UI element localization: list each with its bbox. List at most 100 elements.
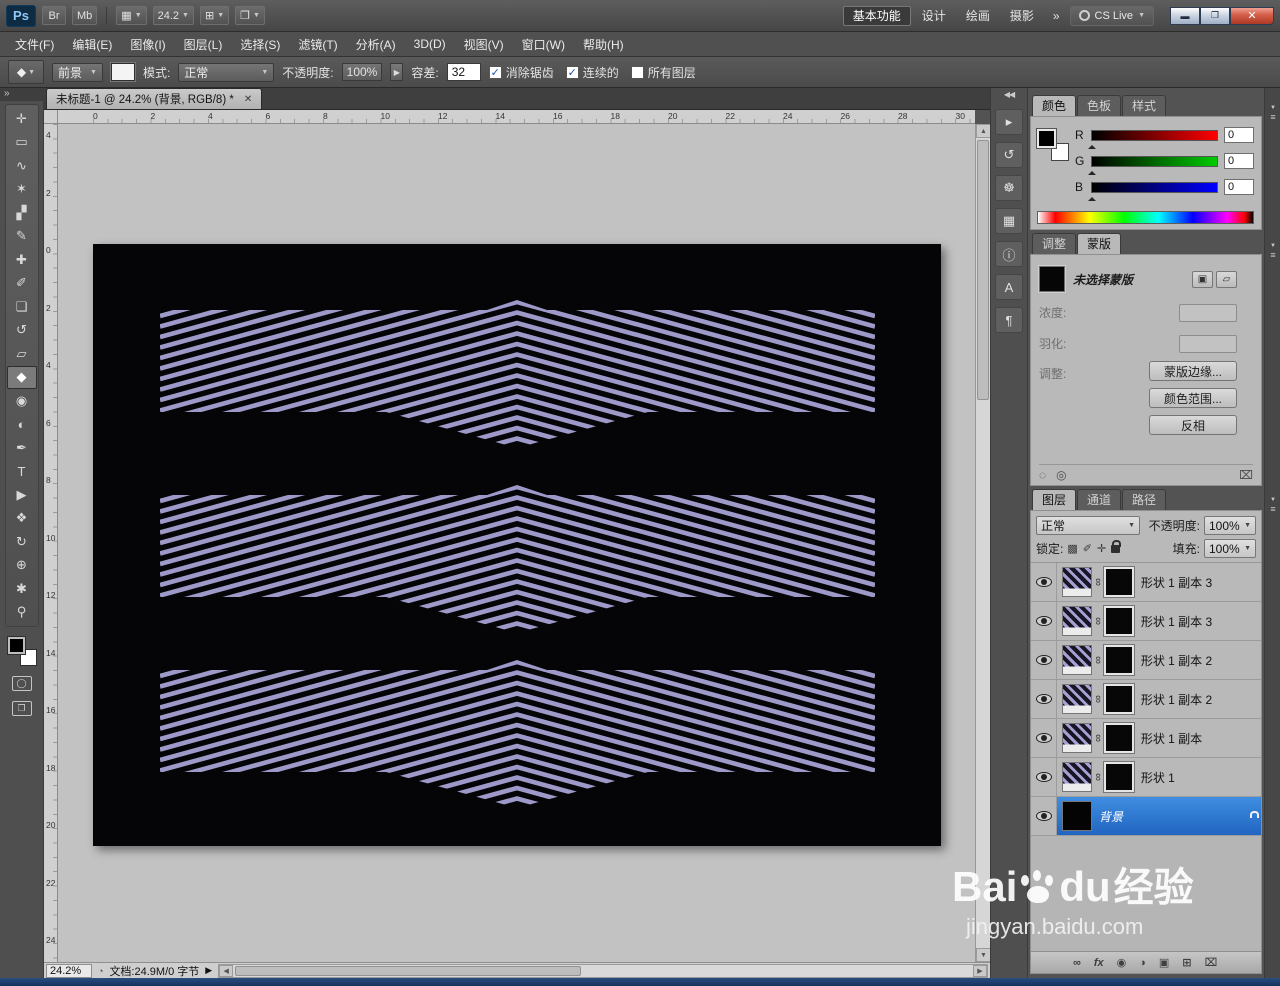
panel-tab[interactable]: 调整 xyxy=(1032,233,1077,254)
blur-tool[interactable]: ◉ xyxy=(7,389,37,413)
layer-thumbnail[interactable] xyxy=(1062,645,1092,675)
delete-layer-icon[interactable]: ⌧ xyxy=(1205,956,1218,969)
layer-thumbnail[interactable] xyxy=(1062,801,1092,831)
vertical-scrollbar[interactable]: ▲ ▼ xyxy=(975,124,991,962)
layer-mask-thumbnail[interactable] xyxy=(1102,566,1135,598)
layer-thumbnail[interactable] xyxy=(1062,606,1092,636)
paint-bucket-tool[interactable]: ◆ xyxy=(6,365,37,389)
layer-opacity-input[interactable]: 100% ▼ xyxy=(1204,516,1256,535)
bridge-button[interactable]: Br xyxy=(42,6,66,25)
dodge-tool[interactable]: ◐ xyxy=(7,413,37,437)
path-selection-tool[interactable]: ▶ xyxy=(7,483,37,507)
workspace-painting[interactable]: 绘画 xyxy=(957,6,999,26)
channel-value-input[interactable]: 0 xyxy=(1224,153,1254,169)
mask-link-icon[interactable]: ∞ xyxy=(1092,695,1104,703)
foreground-color-swatch[interactable] xyxy=(6,636,26,655)
panel-tab[interactable]: 色板 xyxy=(1077,95,1122,116)
options-checkbox[interactable]: 连续的 xyxy=(565,64,619,81)
close-button[interactable]: ✕ xyxy=(1230,6,1274,25)
clone-stamp-tool[interactable]: ❏ xyxy=(7,295,37,319)
character-panel-icon[interactable]: A xyxy=(995,274,1023,300)
layer-name[interactable]: 形状 1 副本 xyxy=(1141,730,1202,747)
screen-mode-toggle[interactable]: ❐ xyxy=(11,701,32,716)
mask-link-icon[interactable]: ∞ xyxy=(1092,578,1104,586)
masks-panel-menu-icon[interactable]: ▼ ≡ xyxy=(1265,242,1280,260)
options-checkbox[interactable]: 所有图层 xyxy=(630,64,696,81)
pen-tool[interactable]: ✒ xyxy=(7,436,37,460)
menu-item[interactable]: 文件(F) xyxy=(6,33,63,56)
color-panel-menu-icon[interactable]: ▼ ≡ xyxy=(1265,104,1280,122)
scroll-right-icon[interactable]: ▶ xyxy=(973,964,987,977)
delete-mask-icon[interactable]: ⌧ xyxy=(1239,468,1253,482)
panel-tab[interactable]: 样式 xyxy=(1122,95,1167,116)
mask-link-icon[interactable]: ∞ xyxy=(1092,617,1104,625)
mask-link-icon[interactable]: ∞ xyxy=(1092,773,1104,781)
menu-item[interactable]: 图像(I) xyxy=(121,33,174,56)
quick-selection-tool[interactable]: ✶ xyxy=(7,178,37,202)
status-popup-icon[interactable]: ▶ xyxy=(205,965,212,976)
horizontal-ruler[interactable]: 0 2 4 6 8 10 12 14 16 18 20 22 24 26 28 30 xyxy=(58,110,975,124)
lock-pixels-icon[interactable]: ✐ xyxy=(1083,542,1092,555)
info-panel-icon[interactable]: ⓘ xyxy=(995,241,1023,267)
layer-mask-thumbnail[interactable] xyxy=(1102,761,1135,793)
visibility-toggle[interactable] xyxy=(1031,602,1057,640)
apply-mask-icon[interactable]: ◎ xyxy=(1056,468,1066,482)
screen-mode-button[interactable]: ❐ ▼ xyxy=(235,6,265,25)
hand-tool[interactable]: ✱ xyxy=(7,577,37,601)
lasso-tool[interactable]: ∿ xyxy=(7,154,37,178)
workspace-photography[interactable]: 摄影 xyxy=(1001,6,1043,26)
blend-mode-select[interactable]: 正常 ▼ xyxy=(1036,516,1140,535)
layer-name[interactable]: 形状 1 副本 2 xyxy=(1141,691,1212,708)
menu-item[interactable]: 3D(D) xyxy=(405,34,455,54)
layer-row[interactable]: ∞ 形状 1 副本 2 xyxy=(1031,641,1261,680)
histogram-panel-icon[interactable]: ▦ xyxy=(995,208,1023,234)
density-input[interactable] xyxy=(1179,303,1237,322)
document-tab[interactable]: 未标题-1 @ 24.2% (背景, RGB/8) * ✕ xyxy=(46,88,263,109)
layer-group-icon[interactable]: ▣ xyxy=(1159,956,1169,969)
lock-all-icon[interactable] xyxy=(1111,539,1122,553)
layer-name[interactable]: 形状 1 xyxy=(1141,769,1175,786)
scroll-left-icon[interactable]: ◀ xyxy=(219,964,234,977)
horizontal-scrollbar[interactable]: ◀ ▶ xyxy=(218,963,988,978)
eraser-tool[interactable]: ▱ xyxy=(7,342,37,366)
visibility-toggle[interactable] xyxy=(1031,719,1057,757)
layer-row[interactable]: ∞ 形状 1 副本 3 xyxy=(1031,602,1261,641)
visibility-toggle[interactable] xyxy=(1031,641,1057,679)
lock-transparency-icon[interactable]: ▩ xyxy=(1067,542,1077,555)
layer-name[interactable]: 形状 1 副本 3 xyxy=(1141,613,1212,630)
channel-slider[interactable] xyxy=(1088,155,1218,175)
checkbox-icon[interactable] xyxy=(630,65,644,79)
panel-tab[interactable]: 蒙版 xyxy=(1077,233,1122,254)
navigator-panel-icon[interactable]: ☸ xyxy=(995,175,1023,201)
visibility-toggle[interactable] xyxy=(1031,797,1057,835)
layer-thumbnail[interactable] xyxy=(1062,684,1092,714)
visibility-toggle[interactable] xyxy=(1031,758,1057,796)
load-mask-selection-icon[interactable]: ◌ xyxy=(1039,468,1046,482)
ruler-origin-corner[interactable] xyxy=(44,110,58,124)
workspace-essentials[interactable]: 基本功能 xyxy=(842,5,911,26)
layer-mask-thumbnail[interactable] xyxy=(1102,605,1135,637)
new-layer-icon[interactable]: ⊞ xyxy=(1182,956,1191,969)
panel-tab[interactable]: 图层 xyxy=(1032,489,1077,510)
restore-button[interactable]: ❐ xyxy=(1200,6,1230,25)
checkbox-icon[interactable] xyxy=(565,65,579,79)
brush-tool[interactable]: ✐ xyxy=(7,272,37,296)
panel-tab[interactable]: 通道 xyxy=(1077,489,1122,510)
layer-row[interactable]: ∞ 形状 1 副本 3 xyxy=(1031,563,1261,602)
opacity-slider-button[interactable]: ▶ xyxy=(390,63,404,81)
arrange-documents-button[interactable]: ⊞ ▼ xyxy=(199,6,230,25)
layer-thumbnail[interactable] xyxy=(1062,567,1092,597)
close-tab-icon[interactable]: ✕ xyxy=(244,94,252,105)
add-vector-mask-button[interactable]: ▱ xyxy=(1216,270,1237,288)
expand-dock-button[interactable]: ◀◀ xyxy=(991,88,1027,102)
options-checkbox[interactable]: 消除锯齿 xyxy=(488,64,554,81)
3d-orbit-tool[interactable]: ⊕ xyxy=(7,554,37,578)
color-spectrum-bar[interactable] xyxy=(1037,211,1254,224)
foreground-background-swatches[interactable] xyxy=(6,636,37,666)
fill-source-select[interactable]: 前景 ▼ xyxy=(52,62,103,82)
foreground-color-swatch[interactable] xyxy=(1036,128,1057,149)
layer-style-icon[interactable]: fx xyxy=(1094,957,1104,969)
channel-value-input[interactable]: 0 xyxy=(1224,127,1254,143)
lock-position-icon[interactable]: ✛ xyxy=(1097,542,1106,555)
quick-mask-button[interactable]: ◯ xyxy=(11,676,32,691)
